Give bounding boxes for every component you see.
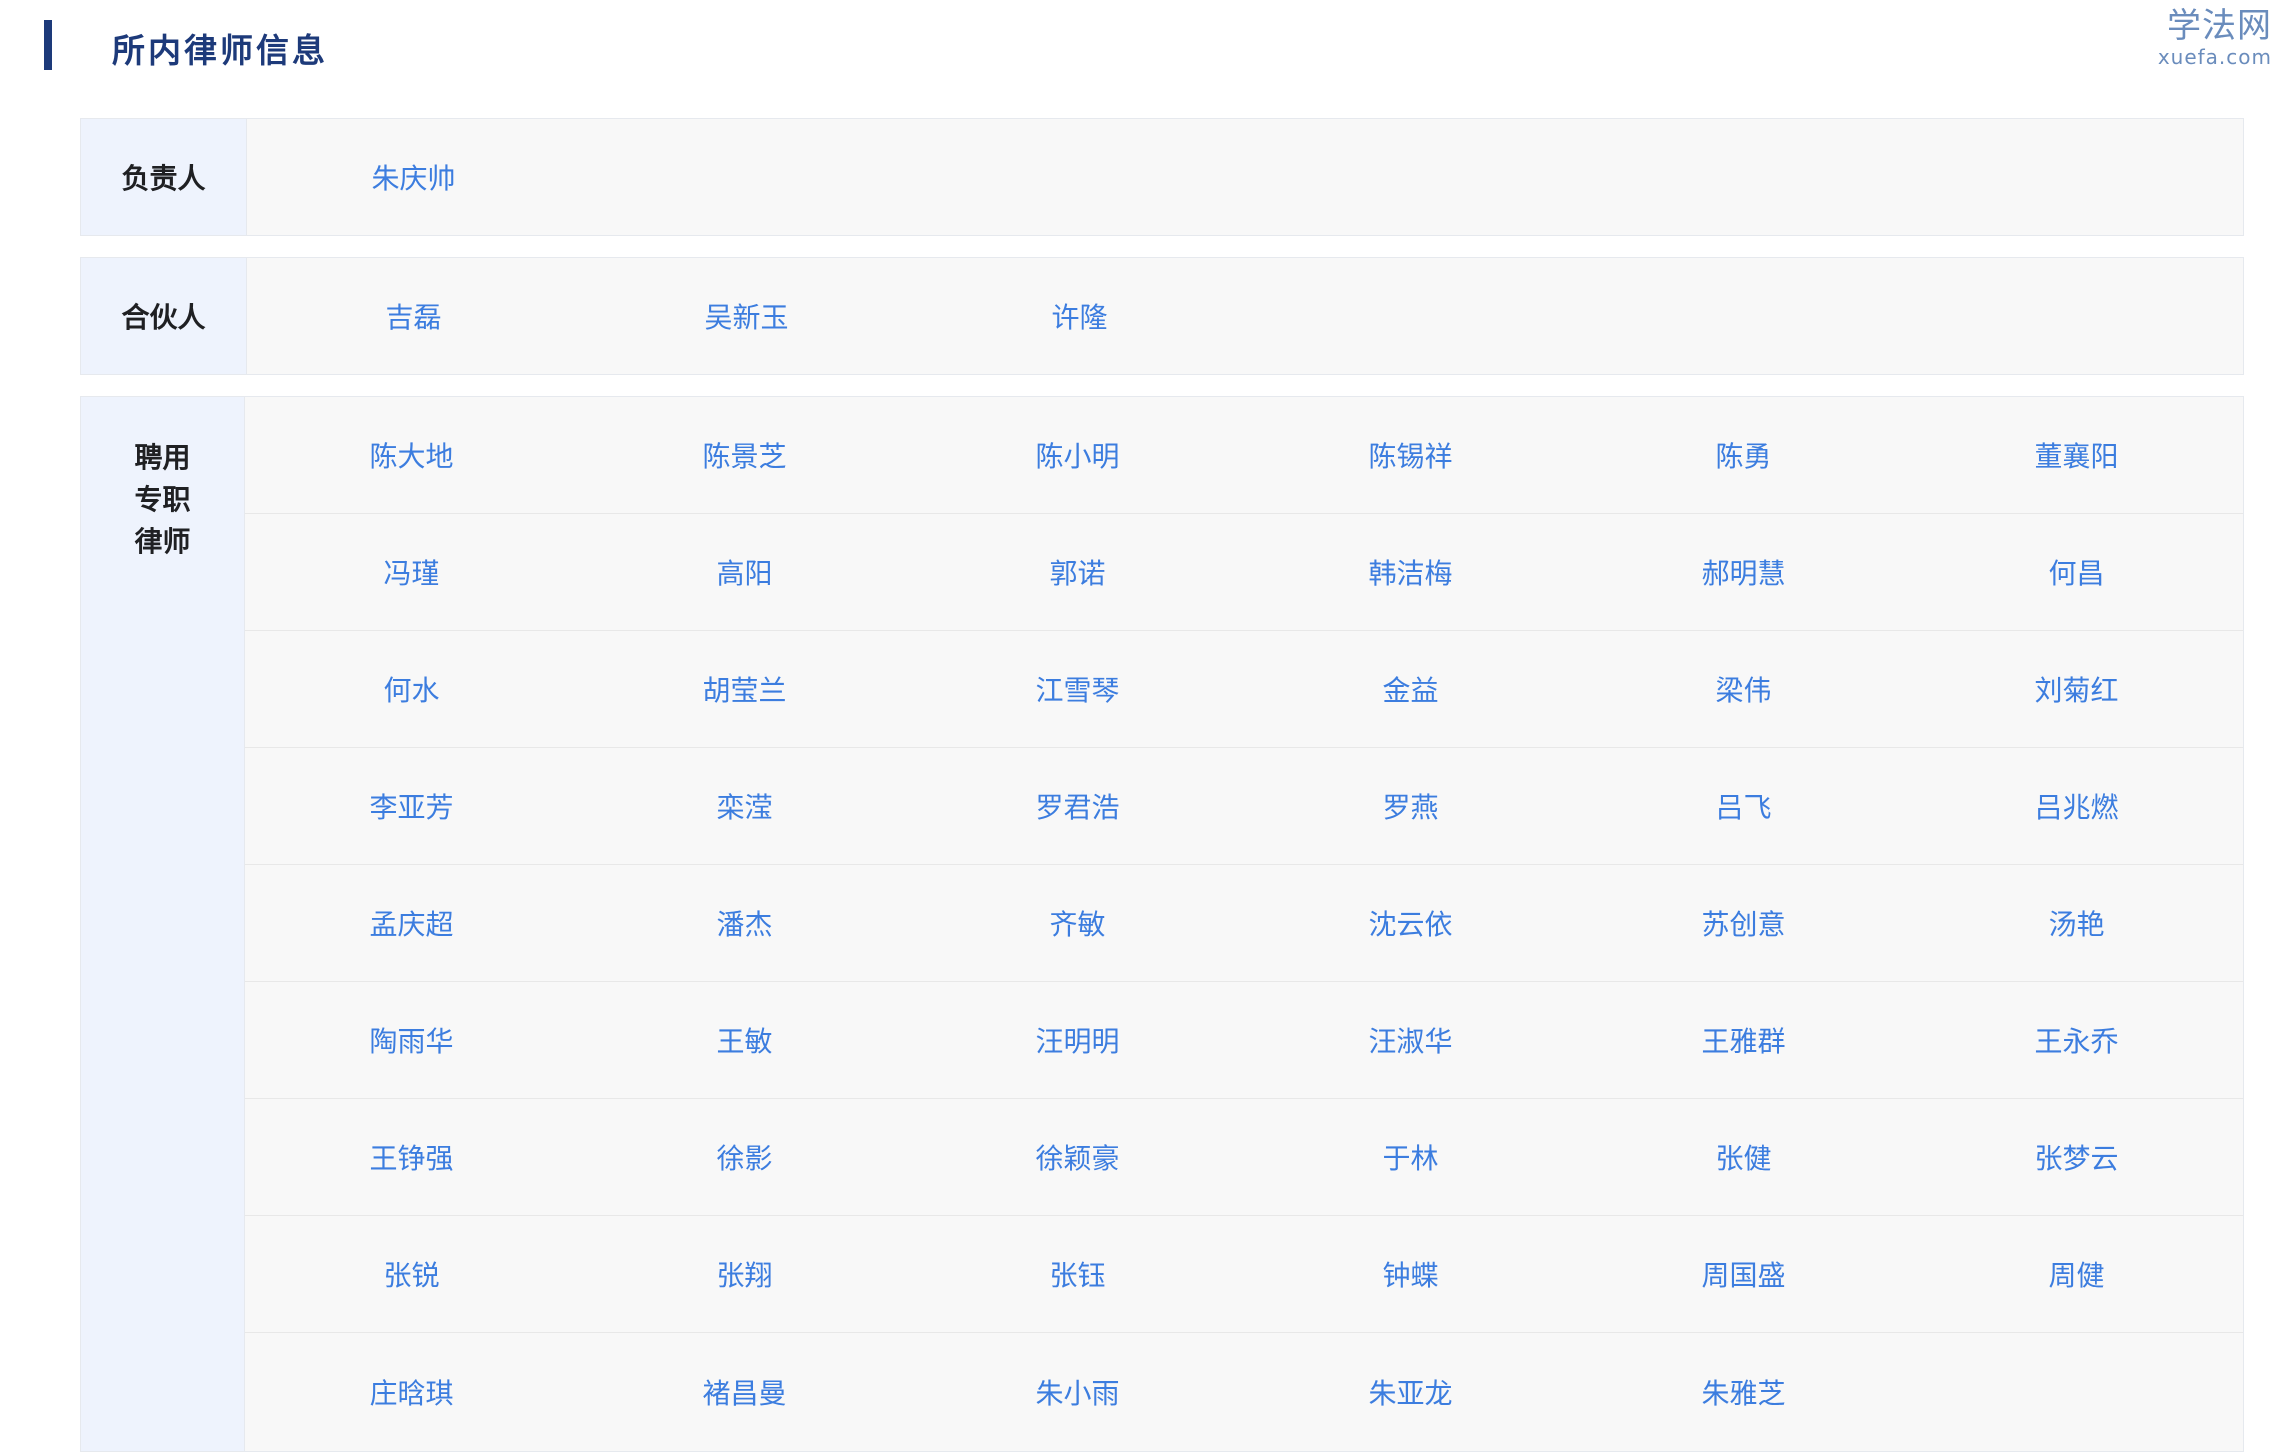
lawyer-name-link[interactable]: 王敏 [578,1020,911,1060]
lawyer-row: 陈大地 陈景芝 陈小明 陈锡祥 陈勇 董襄阳 [245,397,2243,514]
lawyer-name-link[interactable]: 汪淑华 [1244,1020,1577,1060]
lawyer-name-link[interactable]: 朱亚龙 [1244,1372,1577,1412]
lawyer-row: 陶雨华 王敏 汪明明 汪淑华 王雅群 王永乔 [245,982,2243,1099]
lawyer-row: 张锐 张翔 张钰 钟蝶 周国盛 周健 [245,1216,2243,1333]
lawyer-name-link[interactable]: 孟庆超 [245,903,578,943]
lawyer-name-link[interactable]: 郝明慧 [1577,552,1910,592]
lawyer-name-link[interactable]: 于林 [1244,1137,1577,1177]
lawyer-name-link[interactable]: 张梦云 [1910,1137,2243,1177]
lawyer-name-link[interactable]: 周国盛 [1577,1254,1910,1294]
lawyer-name-link[interactable]: 钟蝶 [1244,1254,1577,1294]
lawyer-name-link[interactable]: 张健 [1577,1137,1910,1177]
lawyer-name-link[interactable]: 江雪琴 [911,669,1244,709]
section-partners: 合伙人 吉磊 吴新玉 许隆 [80,257,2244,375]
lawyer-name-link[interactable]: 冯瑾 [245,552,578,592]
lawyer-name-link[interactable]: 朱雅芝 [1577,1372,1910,1412]
page-title: 所内律师信息 [112,31,328,70]
lawyer-row: 王铮强 徐影 徐颖豪 于林 张健 张梦云 [245,1099,2243,1216]
lawyer-name-link[interactable]: 吉磊 [247,296,580,336]
lawyer-name-link[interactable]: 陈锡祥 [1244,435,1577,475]
lawyer-name-link[interactable]: 陈大地 [245,435,578,475]
lawyer-name-link[interactable]: 金益 [1244,669,1577,709]
lawyer-name-link[interactable]: 吕兆燃 [1910,786,2243,826]
section-label: 合伙人 [81,258,247,374]
lawyer-name-link[interactable]: 李亚芳 [245,786,578,826]
section-employed-lawyers: 聘用 专职 律师 陈大地 陈景芝 陈小明 陈锡祥 陈勇 董襄阳 冯瑾 高阳 郭诺… [80,396,2244,1452]
lawyer-name-link[interactable]: 朱庆帅 [247,157,580,197]
section-head-lawyer: 负责人 朱庆帅 [80,118,2244,236]
lawyer-name-link[interactable]: 苏创意 [1577,903,1910,943]
title-accent-bar [44,20,52,70]
lawyer-name-link[interactable]: 罗燕 [1244,786,1577,826]
lawyer-name-link[interactable]: 周健 [1910,1254,2243,1294]
lawyer-name-link[interactable]: 何昌 [1910,552,2243,592]
lawyer-name-link[interactable]: 陈小明 [911,435,1244,475]
lawyer-name-link[interactable]: 陈景芝 [578,435,911,475]
lawyer-name-link[interactable]: 齐敏 [911,903,1244,943]
lawyer-name-link[interactable]: 张锐 [245,1254,578,1294]
logo-text-en: xuefa.com [2157,45,2272,69]
lawyer-row: 李亚芳 栾滢 罗君浩 罗燕 吕飞 吕兆燃 [245,748,2243,865]
lawyer-name-link[interactable]: 汪明明 [911,1020,1244,1060]
lawyer-name-link[interactable]: 沈云依 [1244,903,1577,943]
logo-text-cn: 学法网 [2167,6,2272,46]
lawyer-name-link[interactable]: 郭诺 [911,552,1244,592]
lawyer-name-link[interactable]: 何水 [245,669,578,709]
section-label: 聘用 专职 律师 [81,397,245,1451]
lawyer-name-link[interactable]: 汤艳 [1910,903,2243,943]
section-content: 朱庆帅 [247,119,2243,235]
lawyer-row: 朱庆帅 [247,119,2243,235]
lawyer-name-link[interactable]: 胡莹兰 [578,669,911,709]
lawyer-row: 何水 胡莹兰 江雪琴 金益 梁伟 刘菊红 [245,631,2243,748]
lawyer-name-link[interactable]: 褚昌曼 [578,1372,911,1412]
lawyer-name-link[interactable]: 朱小雨 [911,1372,1244,1412]
lawyer-name-link[interactable]: 栾滢 [578,786,911,826]
section-label-text: 合伙人 [121,301,206,334]
lawyer-row: 冯瑾 高阳 郭诺 韩洁梅 郝明慧 何昌 [245,514,2243,631]
lawyer-name-link[interactable]: 吕飞 [1577,786,1910,826]
lawyer-name-link[interactable]: 王雅群 [1577,1020,1910,1060]
lawyer-name-link[interactable]: 陈勇 [1577,435,1910,475]
section-content: 吉磊 吴新玉 许隆 [247,258,2243,374]
site-logo[interactable]: 学法网 xuefa.com [2158,6,2272,68]
lawyer-name-link[interactable]: 庄晗琪 [245,1372,578,1412]
lawyer-name-link[interactable]: 吴新玉 [580,296,913,336]
lawyer-name-link[interactable]: 张翔 [578,1254,911,1294]
lawyer-name-link[interactable]: 张钰 [911,1254,1244,1294]
section-label-text: 聘用 专职 律师 [134,441,191,558]
lawyer-name-link[interactable]: 徐影 [578,1137,911,1177]
lawyer-row: 孟庆超 潘杰 齐敏 沈云依 苏创意 汤艳 [245,865,2243,982]
lawyer-name-link[interactable]: 韩洁梅 [1244,552,1577,592]
lawyer-name-link[interactable]: 高阳 [578,552,911,592]
lawyer-name-link[interactable]: 梁伟 [1577,669,1910,709]
lawyer-row: 庄晗琪 褚昌曼 朱小雨 朱亚龙 朱雅芝 [245,1333,2243,1450]
lawyer-name-link[interactable]: 潘杰 [578,903,911,943]
lawyer-name-link[interactable]: 陶雨华 [245,1020,578,1060]
lawyer-name-link[interactable]: 王永乔 [1910,1020,2243,1060]
section-label-text: 负责人 [121,162,206,195]
lawyer-name-link[interactable]: 刘菊红 [1910,669,2243,709]
section-content: 陈大地 陈景芝 陈小明 陈锡祥 陈勇 董襄阳 冯瑾 高阳 郭诺 韩洁梅 郝明慧 … [245,397,2243,1451]
lawyer-name-link[interactable]: 徐颖豪 [911,1137,1244,1177]
lawyer-name-link[interactable]: 董襄阳 [1910,435,2243,475]
lawyer-name-link[interactable]: 王铮强 [245,1137,578,1177]
lawyer-name-link[interactable]: 许隆 [913,296,1246,336]
lawyer-name-link[interactable]: 罗君浩 [911,786,1244,826]
lawyer-row: 吉磊 吴新玉 许隆 [247,258,2243,374]
section-label: 负责人 [81,119,247,235]
